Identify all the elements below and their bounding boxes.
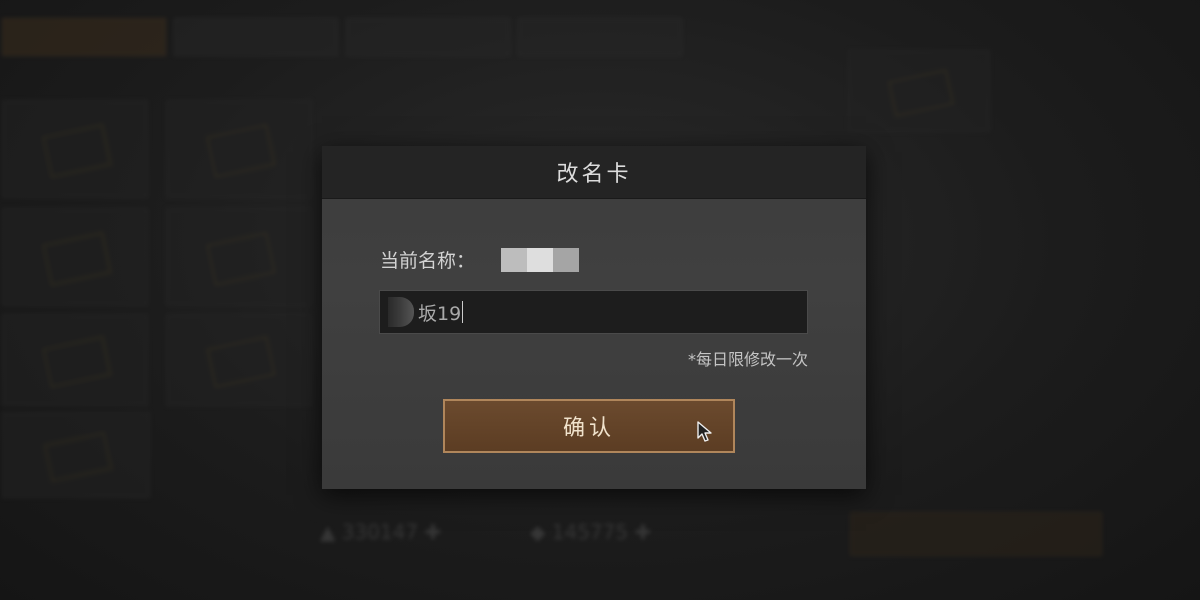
bg-tab-3 [346,18,510,56]
text-caret [462,301,464,323]
rename-limit-hint: *每日限修改一次 [687,350,808,369]
input-value: 坂19 [418,302,462,325]
bg-item-card [166,314,312,406]
new-name-input[interactable]: 坂19 [379,290,808,334]
bg-stat-2: ◆ 145775 ✚ [530,520,652,544]
game-screen: ▲ 330147 ✚ ◆ 145775 ✚ 改名卡 当前名称： 坂19 *每日限… [0,0,1200,600]
bg-tab-4 [518,18,682,56]
bg-item-card [2,314,148,406]
current-name-row: 当前名称： [380,246,580,273]
bg-stat-1: ▲ 330147 ✚ [320,520,442,544]
dialog-title: 改名卡 [556,162,632,187]
current-name-masked [501,247,580,272]
bg-tab-2 [174,18,338,56]
bg-item-card [2,412,150,498]
input-masked-char [388,297,414,327]
mouse-pointer-icon [697,421,712,442]
bg-item-card [2,208,148,306]
bg-item-card [166,208,312,306]
bg-item-card [2,100,148,198]
bg-preview-card [848,50,990,132]
current-name-label: 当前名称： [380,250,476,272]
dialog-header: 改名卡 [322,146,866,199]
bg-tab-1 [2,18,166,56]
confirm-button[interactable]: 确认 [443,399,735,453]
rename-dialog: 改名卡 当前名称： 坂19 *每日限修改一次 确认 [322,146,866,489]
bg-action-button [850,512,1102,556]
bg-item-card [166,100,312,198]
